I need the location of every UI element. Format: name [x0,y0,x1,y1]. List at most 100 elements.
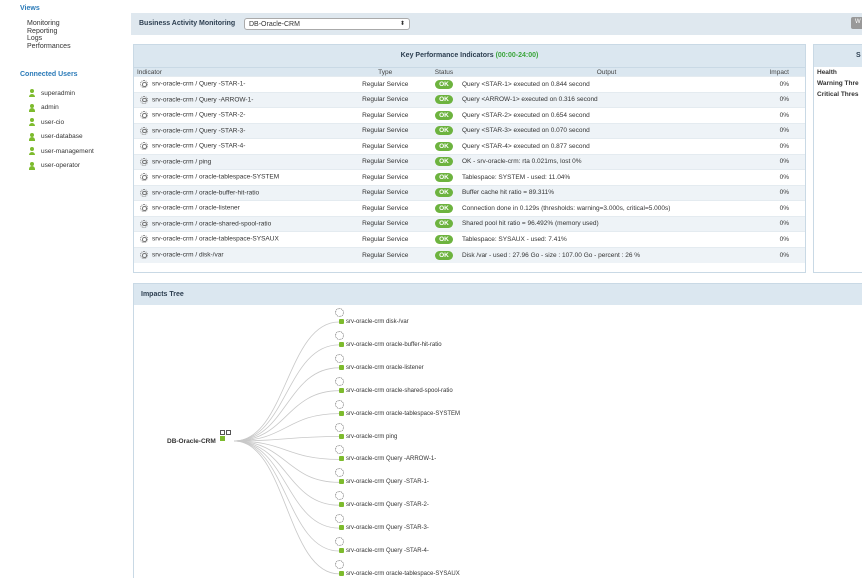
kpi-row[interactable]: srv-oracle-crm / Query -STAR-1- Regular S… [134,76,805,92]
status-badge: OK [435,250,453,260]
kpi-row[interactable]: srv-oracle-crm / Query -STAR-4- Regular S… [134,138,805,154]
user-icon [29,118,35,127]
indicator-cell[interactable]: srv-oracle-crm / ping [134,153,342,170]
tree-leaf-node[interactable]: srv-oracle-crm Query -ARROW-1- [335,445,436,462]
kpi-row[interactable]: srv-oracle-crm / oracle-buffer-hit-ratio… [134,184,805,201]
bam-selected-value: DB-Oracle-CRM [249,20,300,28]
kpi-table: Indicator Type Status Output Impact srv-… [134,67,805,263]
thresholds-heading: S [814,45,862,67]
indicator-cell[interactable]: srv-oracle-crm / Query -STAR-2- [134,107,342,123]
business-activity-icon[interactable] [220,430,234,444]
col-impact[interactable]: Impact [754,67,805,77]
indicator-name: srv-oracle-crm / oracle-tablespace-SYSAU… [152,235,279,243]
tree-leaf-node[interactable]: srv-oracle-crm Query -STAR-1- [335,468,429,486]
indicator-cell[interactable]: srv-oracle-crm / oracle-tablespace-SYSTE… [134,169,342,185]
col-indicator[interactable]: Indicator [134,67,342,77]
tree-leaf-node[interactable]: srv-oracle-crm disk-/var [335,308,409,325]
bam-toolbar: Business Activity Monitoring DB-Oracle-C… [131,13,862,35]
bam-select[interactable]: DB-Oracle-CRM ⬍ [244,18,410,30]
output-cell: OK - srv-oracle-crm: rta 0.021ms, lost 0… [458,153,755,170]
kpi-row[interactable]: srv-oracle-crm / oracle-tablespace-SYSTE… [134,169,805,185]
indicator-cell[interactable]: srv-oracle-crm / oracle-shared-spool-rat… [134,215,342,232]
health-label: Health [817,69,837,76]
kpi-row[interactable]: srv-oracle-crm / Query -ARROW-1- Regular … [134,91,805,108]
status-cell: OK [429,246,459,263]
views-list: Monitoring Reporting Logs Performances [27,20,71,50]
user-item[interactable]: user-cio [29,115,94,130]
status-dot-icon [339,433,344,439]
sidebar: Views Monitoring Reporting Logs Performa… [0,0,122,578]
tree-root-label[interactable]: DB-Oracle-CRM [167,438,216,445]
impact-cell: 0% [754,122,805,139]
user-name: superadmin [41,89,75,97]
output-cell: Query <STAR-3> executed on 0.070 second [458,122,755,139]
tree-leaf-node[interactable]: srv-oracle-crm ping [335,422,397,440]
impact-cell: 0% [754,215,805,232]
output-cell: Connection done in 0.129s (thresholds: w… [458,200,755,216]
tree-leaf-node[interactable]: srv-oracle-crm oracle-listener [335,353,424,371]
output-cell: Buffer cache hit ratio = 89.311% [458,184,755,201]
tree-leaf-node[interactable]: srv-oracle-crm oracle-tablespace-SYSTEM [335,399,460,417]
nav-monitoring[interactable]: Monitoring [27,20,71,28]
indicator-cell[interactable]: srv-oracle-crm / disk-/var [134,246,342,263]
user-item[interactable]: user-database [29,130,94,145]
user-item[interactable]: superadmin [29,86,94,101]
tree-links [233,321,340,575]
indicator-cell[interactable]: srv-oracle-crm / Query -STAR-1- [134,76,342,92]
user-name: admin [41,104,59,112]
impact-cell: 0% [754,76,805,92]
user-item[interactable]: user-operator [29,159,94,174]
indicator-cell[interactable]: srv-oracle-crm / Query -STAR-4- [134,138,342,154]
indicator-cell[interactable]: srv-oracle-crm / oracle-buffer-hit-ratio [134,184,342,201]
indicator-name: srv-oracle-crm / Query -STAR-4- [152,142,246,150]
tree-leaf-node[interactable]: srv-oracle-crm oracle-buffer-hit-ratio [335,330,442,348]
type-cell: Regular Service [341,138,429,154]
user-item[interactable]: admin [29,101,94,116]
tree-leaf-node[interactable]: srv-oracle-crm Query -STAR-4- [335,537,429,554]
kpi-row[interactable]: srv-oracle-crm / Query -STAR-2- Regular S… [134,107,805,123]
user-name: user-cio [41,118,65,126]
nav-performances[interactable]: Performances [27,43,71,51]
status-badge: OK [435,157,453,167]
output-cell: Tablespace: SYSTEM - used: 11.04% [458,169,755,185]
status-cell: OK [429,153,459,170]
tree-leaf-node[interactable]: srv-oracle-crm oracle-tablespace-SYSAUX [335,559,460,577]
indicator-cell[interactable]: srv-oracle-crm / oracle-tablespace-SYSAU… [134,231,342,247]
tree-leaf-label: srv-oracle-crm Query -STAR-1- [346,479,429,486]
kpi-row[interactable]: srv-oracle-crm / oracle-listener Regular … [134,200,805,216]
node-square [220,430,225,435]
connected-users-list: superadmin admin user-cio user-database … [29,86,94,173]
col-status[interactable]: Status [429,67,459,77]
kpi-row[interactable]: srv-oracle-crm / oracle-shared-spool-rat… [134,215,805,232]
indicator-cell[interactable]: srv-oracle-crm / Query -ARROW-1- [134,91,342,108]
status-badge: OK [435,95,453,105]
kpi-row[interactable]: srv-oracle-crm / ping Regular Service OK OK… [134,153,805,170]
indicator-cell[interactable]: srv-oracle-crm / Query -STAR-3- [134,122,342,139]
indicator-cell[interactable]: srv-oracle-crm / oracle-listener [134,200,342,216]
col-type[interactable]: Type [341,67,429,77]
user-icon [29,89,35,98]
kpi-row[interactable]: srv-oracle-crm / oracle-tablespace-SYSAU… [134,231,805,247]
kpi-row[interactable]: srv-oracle-crm / disk-/var Regular Servic… [134,246,805,263]
status-badge: OK [435,126,453,136]
tree-link [233,440,340,552]
nav-reporting[interactable]: Reporting [27,28,71,36]
warning-threshold-label: Warning Thre [817,80,859,87]
gear-icon [335,559,344,569]
status-cell: OK [429,122,459,139]
col-output[interactable]: Output [458,67,755,77]
status-cell: OK [429,76,459,92]
status-cell: OK [429,138,459,154]
tree-leaf-label: srv-oracle-crm oracle-shared-spool-ratio [346,387,453,394]
status-cell: OK [429,231,459,247]
gear-icon [140,142,148,151]
user-item[interactable]: user-management [29,144,94,159]
tree-leaf-node[interactable]: srv-oracle-crm oracle-shared-spool-ratio [335,376,453,394]
toolbar-button[interactable]: W [851,17,862,29]
nav-logs[interactable]: Logs [27,35,71,43]
tree-leaf-node[interactable]: srv-oracle-crm Query -STAR-2- [335,491,429,508]
status-cell: OK [429,184,459,201]
kpi-row[interactable]: srv-oracle-crm / Query -STAR-3- Regular S… [134,122,805,139]
indicator-name: srv-oracle-crm / oracle-tablespace-SYSTE… [152,173,280,181]
tree-leaf-node[interactable]: srv-oracle-crm Query -STAR-3- [335,514,429,531]
